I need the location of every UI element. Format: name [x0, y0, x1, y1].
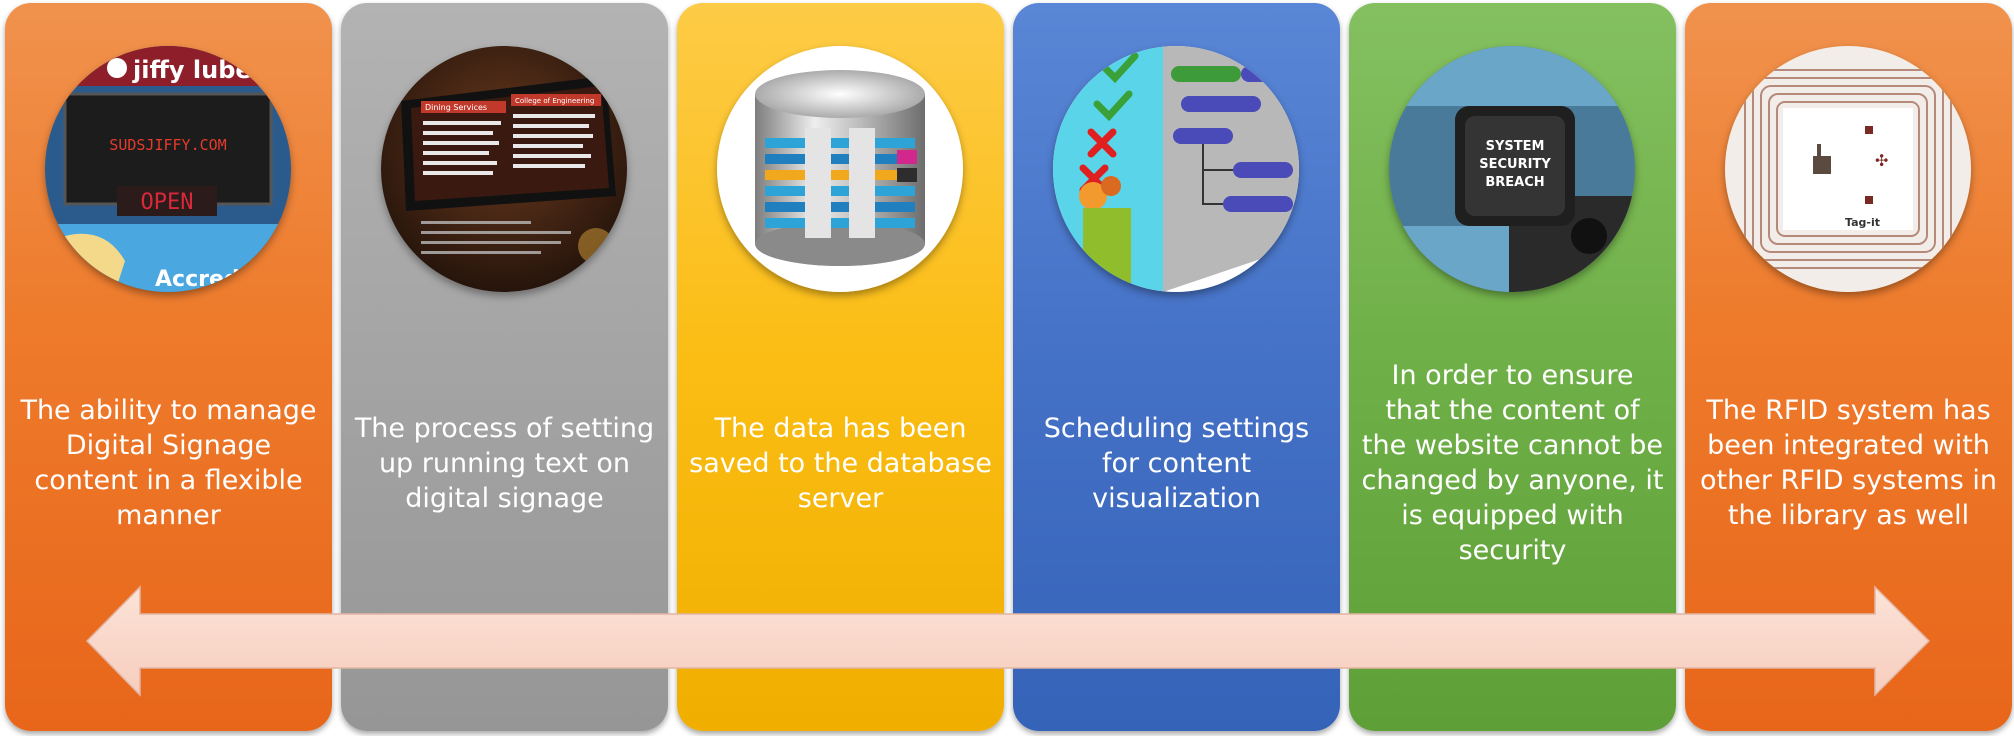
panel-text: The data has been saved to the database …	[689, 412, 992, 514]
database-icon	[717, 46, 963, 292]
panel-text: Scheduling settings for content visualiz…	[1043, 412, 1310, 514]
right-header-text: College of Engineering	[515, 97, 594, 105]
panel-digital-signage: jiffy lube SUDSJIFFY.COM OPEN Accredi Th…	[5, 3, 332, 731]
panel-running-text: Dining Services College of Engineering T…	[341, 3, 668, 731]
left-header-text: Dining Services	[425, 103, 487, 112]
rfid-tag-photo: ✣ Tag-it	[1725, 46, 1971, 292]
digital-signage-photo: jiffy lube SUDSJIFFY.COM OPEN Accredi	[45, 46, 291, 292]
button-line2-text: SECURITY	[1479, 157, 1551, 172]
tag-label-text: Tag-it	[1845, 216, 1880, 229]
panel-security: SYSTEM SECURITY BREACH In order to ensur…	[1349, 3, 1676, 731]
panel-text: The process of setting up running text o…	[354, 412, 655, 514]
panel-text: The RFID system has been integrated with…	[1699, 395, 1997, 531]
running-text-display-photo: Dining Services College of Engineering	[381, 46, 627, 292]
security-breach-button-photo: SYSTEM SECURITY BREACH	[1389, 46, 1635, 292]
panel-text: In order to ensure that the content of t…	[1361, 360, 1664, 566]
panel-scheduling: Scheduling settings for content visualiz…	[1013, 3, 1340, 731]
svg-text:✣: ✣	[1875, 151, 1888, 170]
panel-rfid: ✣ Tag-it The RFID system has been integr…	[1685, 3, 2012, 731]
banner-text: Accredi	[155, 267, 247, 292]
open-sign-text: OPEN	[141, 190, 194, 215]
panel-text: The ability to manage Digital Signage co…	[20, 395, 317, 531]
schedule-checklist-icon	[1053, 46, 1299, 292]
brand-text: jiffy lube	[132, 56, 252, 84]
button-line1-text: SYSTEM	[1486, 139, 1545, 154]
marquee-text: SUDSJIFFY.COM	[109, 136, 226, 154]
button-line3-text: BREACH	[1485, 175, 1544, 190]
panel-database: The data has been saved to the database …	[677, 3, 1004, 731]
